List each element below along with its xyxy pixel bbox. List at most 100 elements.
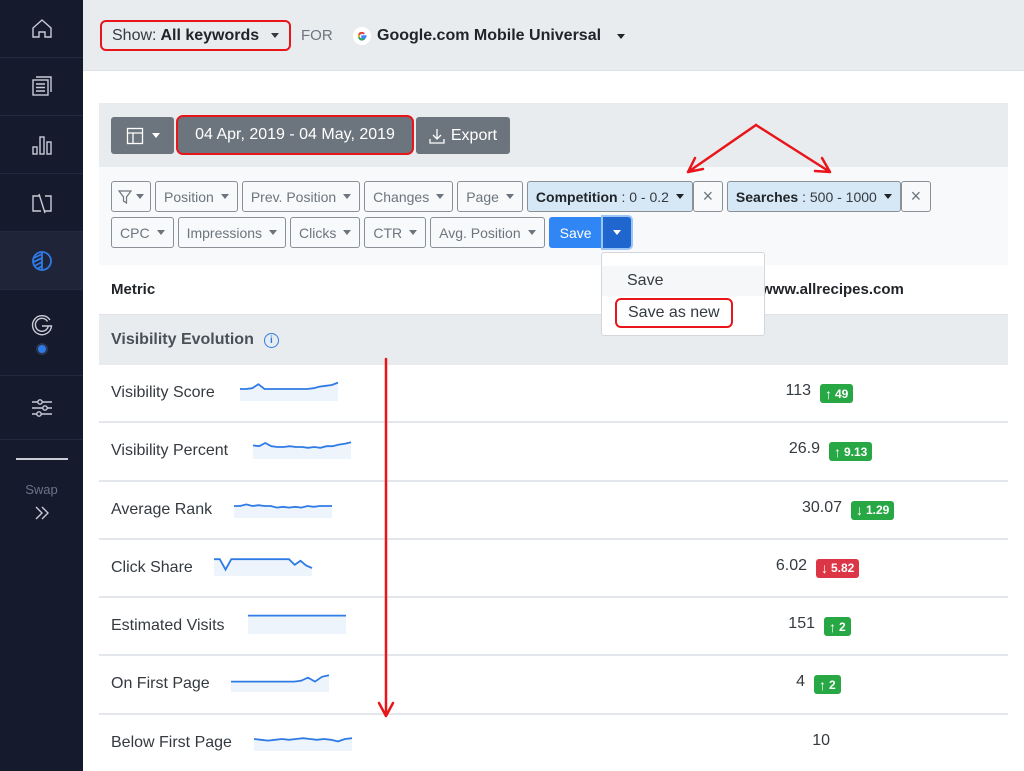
filter-searches[interactable]: Searches : 500 - 1000 bbox=[726, 181, 901, 212]
filter-ctr[interactable]: CTR bbox=[364, 217, 427, 248]
sidebar-item-compare[interactable] bbox=[0, 174, 83, 232]
caret-down-icon bbox=[220, 194, 229, 199]
search-engine-dropdown[interactable]: Google.com Mobile Universal bbox=[341, 18, 638, 54]
change-value: 2 bbox=[829, 677, 836, 692]
domain-column-header: www.allrecipes.com bbox=[761, 281, 904, 298]
change-badge: ↑ 9.13 bbox=[829, 442, 873, 462]
caret-down-icon bbox=[343, 194, 352, 199]
filter-label: Position bbox=[164, 188, 214, 205]
save-split-button: Save bbox=[548, 217, 631, 248]
save-button[interactable]: Save bbox=[548, 217, 603, 248]
metric-value: 30.07 bbox=[801, 498, 842, 516]
arrow-up-icon: ↑ bbox=[819, 676, 826, 693]
metric-column-header: Metric bbox=[111, 281, 156, 298]
filter-label: CPC bbox=[120, 224, 150, 241]
caret-down-icon bbox=[612, 230, 621, 235]
sparkline-area bbox=[214, 559, 312, 576]
table-row: Below First Page 10 bbox=[99, 715, 1008, 771]
save-dropdown-toggle[interactable] bbox=[602, 217, 631, 248]
metric-value: 151 bbox=[788, 615, 815, 633]
filter-prev-position[interactable]: Prev. Position bbox=[241, 181, 361, 212]
google-icon bbox=[31, 314, 52, 335]
table-header: Metric www.allrecipes.com bbox=[99, 265, 1008, 315]
filter-label: Page bbox=[466, 188, 499, 205]
double-chevron-right-icon bbox=[35, 506, 49, 520]
change-value: 49 bbox=[835, 386, 849, 401]
table-row: On First Page 4 ↑ 2 bbox=[99, 656, 1008, 715]
metric-label: Click Share bbox=[111, 558, 193, 576]
notification-dot bbox=[37, 344, 46, 353]
filter-clicks[interactable]: Clicks bbox=[290, 217, 361, 248]
filter-competition[interactable]: Competition : 0 - 0.2 bbox=[526, 181, 693, 212]
layout-dropdown-button[interactable] bbox=[111, 117, 174, 154]
close-icon: × bbox=[702, 186, 714, 206]
remove-searches-filter-button[interactable]: × bbox=[900, 181, 931, 212]
filter-impressions[interactable]: Impressions bbox=[177, 217, 287, 248]
sliders-icon bbox=[31, 398, 52, 417]
arrow-up-icon: ↑ bbox=[825, 385, 832, 402]
topbar: Show: All keywords FOR Google.com Mobile… bbox=[83, 0, 1024, 71]
metric-value: 4 bbox=[796, 673, 805, 691]
show-keywords-dropdown[interactable]: Show: All keywords bbox=[100, 20, 292, 51]
export-button[interactable]: Export bbox=[416, 117, 510, 154]
caret-down-icon bbox=[883, 194, 892, 199]
sparkline-area bbox=[248, 615, 346, 635]
filter-changes[interactable]: Changes bbox=[364, 181, 454, 212]
table-row: Estimated Visits 151 ↑ 2 bbox=[99, 598, 1008, 657]
sidebar-item-visibility[interactable] bbox=[0, 232, 83, 290]
sidebar-item-home[interactable] bbox=[0, 0, 83, 58]
export-label: Export bbox=[450, 126, 498, 144]
visibility-icon bbox=[31, 250, 52, 271]
filter-label: Avg. Position bbox=[439, 224, 521, 241]
sidebar-item-google[interactable] bbox=[0, 290, 83, 376]
compare-icon bbox=[31, 193, 52, 213]
caret-down-icon bbox=[675, 194, 684, 199]
caret-down-icon bbox=[136, 194, 144, 199]
sparkline bbox=[253, 737, 353, 751]
close-icon: × bbox=[910, 186, 922, 206]
filter-value: : 0 - 0.2 bbox=[621, 188, 669, 205]
home-icon bbox=[31, 18, 52, 38]
show-prefix: Show: bbox=[112, 26, 157, 44]
caret-down-icon bbox=[617, 33, 626, 39]
date-range-picker[interactable]: 04 Apr, 2019 - 04 May, 2019 bbox=[176, 115, 414, 155]
change-value: 5.82 bbox=[831, 561, 855, 576]
filter-position[interactable]: Position bbox=[155, 181, 238, 212]
filter-page[interactable]: Page bbox=[457, 181, 523, 212]
table-row: Visibility Percent 26.9 ↑ 9.13 bbox=[99, 423, 1008, 482]
caret-down-icon bbox=[151, 133, 160, 138]
menu-item-save-as-new[interactable]: Save as new bbox=[615, 298, 733, 328]
caret-down-icon bbox=[527, 230, 536, 235]
remove-competition-filter-button[interactable]: × bbox=[692, 181, 723, 212]
sparkline bbox=[248, 614, 346, 635]
filter-label: CTR bbox=[373, 224, 403, 241]
filter-bar: Position Prev. Position Changes Page Com… bbox=[99, 167, 1008, 265]
menu-item-save[interactable]: Save bbox=[602, 266, 764, 296]
google-logo-icon bbox=[353, 27, 371, 45]
info-icon[interactable]: i bbox=[263, 332, 279, 348]
swap-label: Swap bbox=[25, 482, 58, 497]
show-value: All keywords bbox=[160, 26, 260, 44]
filter-avg-position[interactable]: Avg. Position bbox=[430, 217, 545, 248]
swap-button[interactable] bbox=[0, 505, 83, 526]
sidebar-item-charts[interactable] bbox=[0, 116, 83, 174]
filter-label: Prev. Position bbox=[250, 188, 337, 205]
filter-menu-button[interactable] bbox=[111, 181, 151, 212]
sparkline bbox=[234, 503, 332, 518]
filter-icon bbox=[118, 189, 132, 204]
metric-value: 113 bbox=[785, 382, 811, 399]
filter-cpc[interactable]: CPC bbox=[111, 217, 174, 248]
change-badge: ↑ 49 bbox=[820, 384, 854, 403]
save-dropdown-menu: Save Save as new bbox=[601, 252, 765, 336]
metric-label: Estimated Visits bbox=[111, 617, 225, 635]
layout-icon bbox=[126, 127, 143, 144]
filter-name: Searches bbox=[735, 188, 799, 205]
sidebar-item-reports[interactable] bbox=[0, 58, 83, 116]
sidebar-item-settings[interactable] bbox=[0, 376, 83, 440]
filter-value: : 500 - 1000 bbox=[802, 188, 877, 205]
sparkline bbox=[252, 441, 352, 460]
arrow-down-icon: ↓ bbox=[856, 502, 863, 519]
bar-chart-icon bbox=[31, 135, 52, 155]
arrow-down-icon: ↓ bbox=[821, 560, 828, 577]
metric-label: On First Page bbox=[111, 675, 210, 693]
